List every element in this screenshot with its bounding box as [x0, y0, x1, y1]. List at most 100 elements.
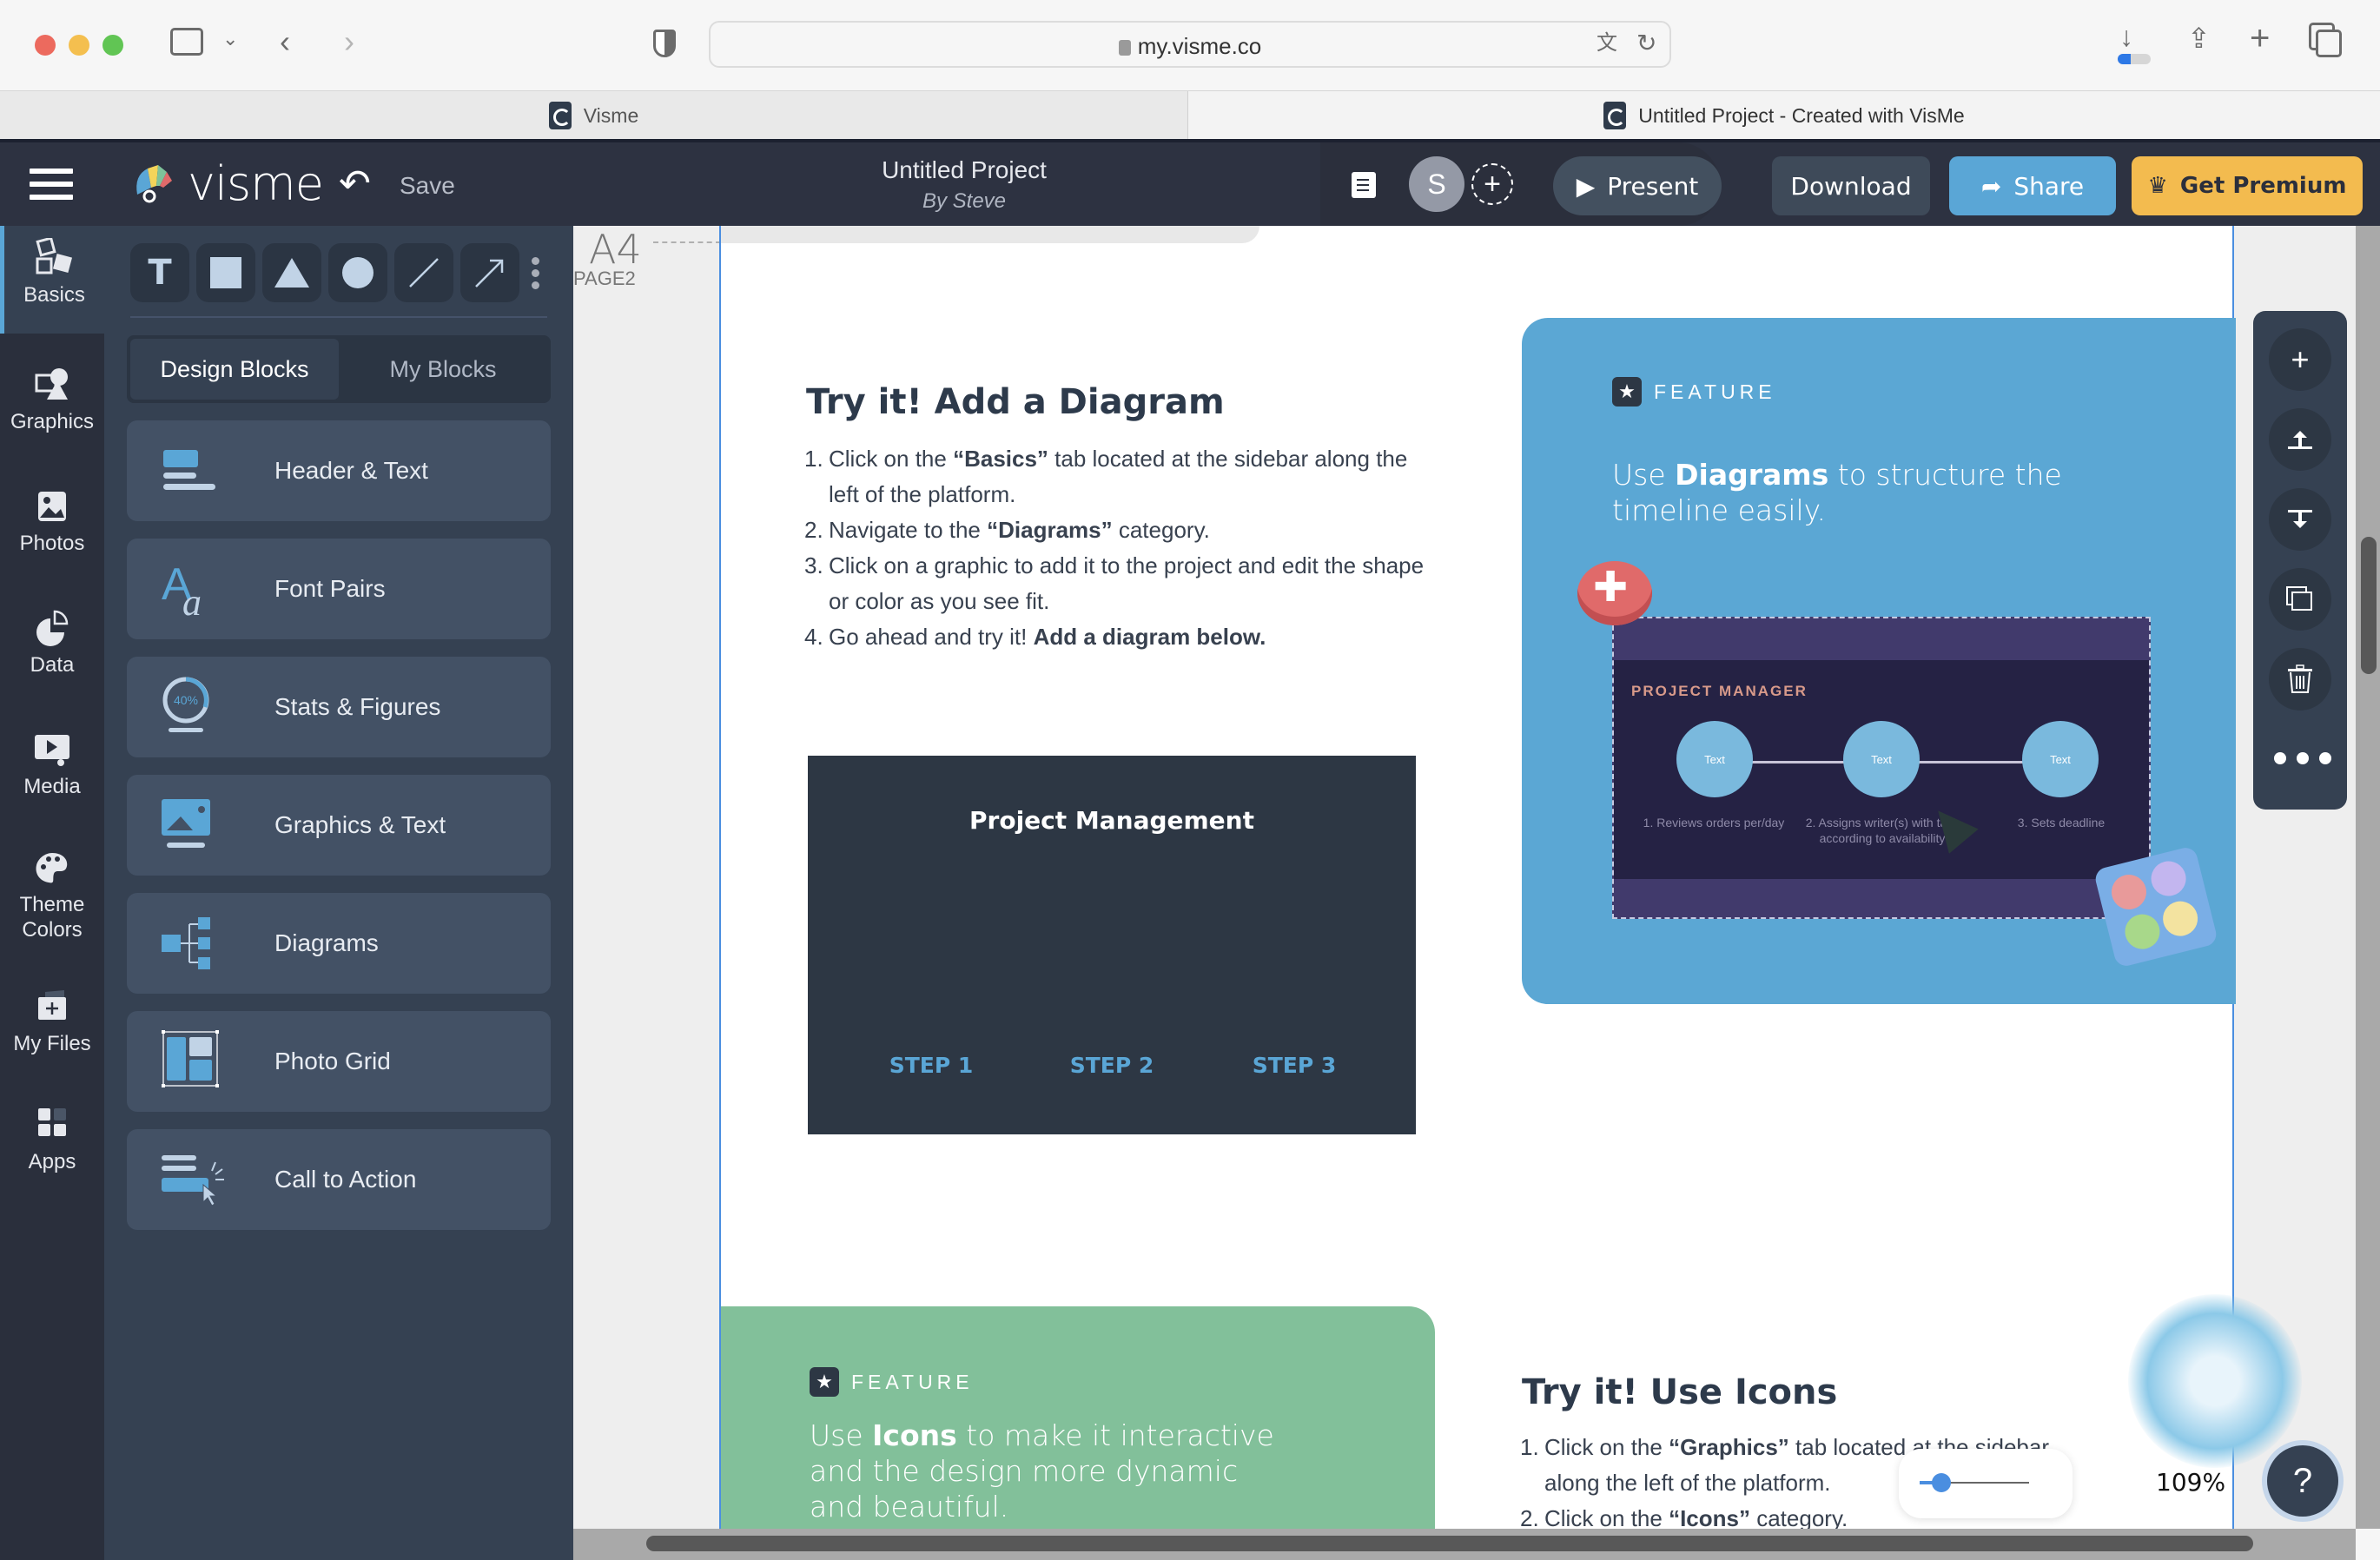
get-premium-button[interactable]: ♛ Get Premium	[2132, 156, 2363, 215]
preview-node: Text	[2022, 721, 2099, 797]
avatar[interactable]: S	[1409, 156, 1464, 212]
close-window-button[interactable]	[35, 35, 56, 56]
rail-item-apps[interactable]: Apps	[0, 1105, 104, 1175]
more-tools-icon[interactable]	[526, 243, 544, 302]
block-graphics-text[interactable]: Graphics & Text	[127, 775, 551, 876]
block-header-text[interactable]: Header & Text	[127, 420, 551, 521]
present-button[interactable]: ▶ Present	[1553, 156, 1722, 215]
block-label: Graphics & Text	[274, 811, 446, 838]
duplicate-page-button[interactable]	[2269, 568, 2331, 631]
block-label: Call to Action	[274, 1166, 417, 1193]
visme-logo-icon	[136, 164, 172, 202]
rail-item-photos[interactable]: Photos	[0, 486, 104, 557]
share-button[interactable]: ➦ Share	[1949, 156, 2116, 215]
preview-node: Text	[1843, 721, 1920, 797]
undo-icon[interactable]: ↶	[339, 162, 371, 206]
tab-overview-icon[interactable]	[2316, 30, 2342, 57]
horizontal-scroll-thumb[interactable]	[646, 1536, 2253, 1551]
block-photo-grid[interactable]: Photo Grid	[127, 1011, 551, 1112]
rail-item-data[interactable]: Data	[0, 608, 104, 678]
diagram-steps-list[interactable]: 1. Click on the “Basics” tab located at t…	[804, 441, 1431, 655]
horizontal-scrollbar[interactable]	[573, 1529, 2356, 1560]
tab-visme[interactable]: Visme	[0, 91, 1188, 140]
move-page-down-button[interactable]	[2269, 488, 2331, 551]
chevron-down-icon[interactable]: ⌄	[222, 30, 238, 49]
rail-label: Graphics	[10, 410, 95, 433]
tab-untitled-project[interactable]: Untitled Project - Created with VisMe	[1188, 91, 2380, 140]
tab-my-blocks[interactable]: My Blocks	[339, 339, 547, 400]
rail-label: Data	[30, 653, 75, 677]
circle-icon	[342, 257, 374, 288]
block-stats-figures[interactable]: 40% Stats & Figures	[127, 657, 551, 757]
trash-icon	[2288, 664, 2312, 693]
share-page-icon[interactable]: ⇪	[2187, 24, 2211, 52]
back-icon[interactable]: ‹	[280, 26, 290, 57]
duplicate-icon	[2286, 586, 2312, 611]
rail-item-graphics[interactable]: Graphics	[0, 365, 104, 435]
line-tool-button[interactable]	[394, 243, 453, 302]
reload-icon[interactable]: ↻	[1636, 31, 1656, 56]
section-title-add-diagram[interactable]: Try it! Add a Diagram	[806, 382, 1225, 422]
zoom-slider-handle[interactable]	[1932, 1473, 1952, 1492]
add-collaborator-button[interactable]: +	[1471, 163, 1513, 205]
present-label: Present	[1607, 171, 1699, 201]
canvas-page[interactable]: Try it! Add a Diagram 1. Click on the “Ba…	[719, 226, 2302, 1529]
download-button[interactable]: Download	[1772, 156, 1930, 215]
comments-icon[interactable]	[1352, 172, 1376, 198]
section-title-use-icons[interactable]: Try it! Use Icons	[1522, 1372, 1837, 1412]
call-to-action-icon	[162, 1155, 224, 1206]
diagram-step-3: STEP 3	[1252, 1053, 1337, 1078]
page-size-label: A4	[589, 226, 642, 273]
vertical-scroll-thumb[interactable]	[2361, 537, 2377, 674]
privacy-shield-icon[interactable]	[653, 30, 676, 57]
text-tool-button[interactable]: T	[130, 243, 189, 302]
media-play-icon	[35, 735, 69, 766]
feature-description: Use Diagrams to structure the timeline e…	[1612, 458, 2062, 527]
arrow-tool-button[interactable]	[460, 243, 519, 302]
new-tab-icon[interactable]: +	[2250, 21, 2270, 56]
preview-title: PROJECT MANAGER	[1631, 683, 1808, 699]
downloads-icon[interactable]: ↓	[2119, 23, 2133, 50]
sidebar-toggle-icon[interactable]	[170, 28, 203, 56]
rail-item-theme-colors[interactable]: Theme Colors	[0, 848, 104, 943]
minimize-window-button[interactable]	[69, 35, 89, 56]
forward-icon[interactable]: ›	[344, 26, 354, 57]
rail-item-my-files[interactable]: My Files	[0, 987, 104, 1057]
block-diagrams[interactable]: Diagrams	[127, 893, 551, 994]
header-text-icon	[163, 450, 215, 490]
menu-icon[interactable]	[30, 169, 73, 200]
zoom-level-value: 109%	[2156, 1468, 2226, 1497]
circle-tool-button[interactable]	[328, 243, 387, 302]
feature-card-diagrams[interactable]: ★ FEATURE Use Diagrams to structure the t…	[1522, 318, 2236, 1004]
address-bar[interactable]: my.visme.co 文 ↻	[709, 21, 1671, 68]
block-font-pairs[interactable]: Aa Font Pairs	[127, 539, 551, 639]
maximize-window-button[interactable]	[102, 35, 123, 56]
feature-card-icons[interactable]: ★ FEATURE Use Icons to make it interactiv…	[721, 1306, 1435, 1529]
translate-icon[interactable]: 文	[1597, 33, 1617, 54]
rail-item-media[interactable]: Media	[0, 730, 104, 800]
url-text: my.visme.co	[1137, 33, 1262, 59]
project-title[interactable]: Untitled Project	[851, 156, 1077, 184]
triangle-tool-button[interactable]	[262, 243, 321, 302]
save-button[interactable]: Save	[400, 172, 455, 200]
project-management-diagram[interactable]: Project Management STEP 1 STEP 2 STEP 3	[808, 756, 1416, 1134]
apps-grid-icon	[38, 1108, 66, 1136]
visme-favicon-icon	[548, 102, 572, 129]
add-page-button[interactable]: +	[2269, 328, 2331, 391]
canvas-area[interactable]: A4 PAGE2 Try it! Add a Diagram 1. Click o…	[573, 226, 2356, 1529]
help-button[interactable]: ?	[2267, 1445, 2338, 1517]
delete-page-button[interactable]	[2269, 648, 2331, 711]
move-up-icon	[2288, 431, 2312, 449]
vertical-scrollbar[interactable]	[2356, 226, 2380, 1529]
tab-design-blocks[interactable]: Design Blocks	[130, 339, 339, 400]
move-down-icon	[2288, 510, 2312, 528]
rectangle-tool-button[interactable]	[196, 243, 255, 302]
move-page-up-button[interactable]	[2269, 408, 2331, 471]
visme-logo[interactable]: visme	[130, 156, 324, 211]
left-nav-rail: Basics Graphics Photos Data Media Theme …	[0, 226, 104, 1560]
block-call-to-action[interactable]: Call to Action	[127, 1129, 551, 1230]
rail-item-basics[interactable]: Basics	[0, 226, 104, 334]
more-options-icon[interactable]	[2274, 752, 2331, 764]
plus-icon: +	[2291, 341, 2310, 377]
svg-text:40%: 40%	[174, 693, 198, 707]
